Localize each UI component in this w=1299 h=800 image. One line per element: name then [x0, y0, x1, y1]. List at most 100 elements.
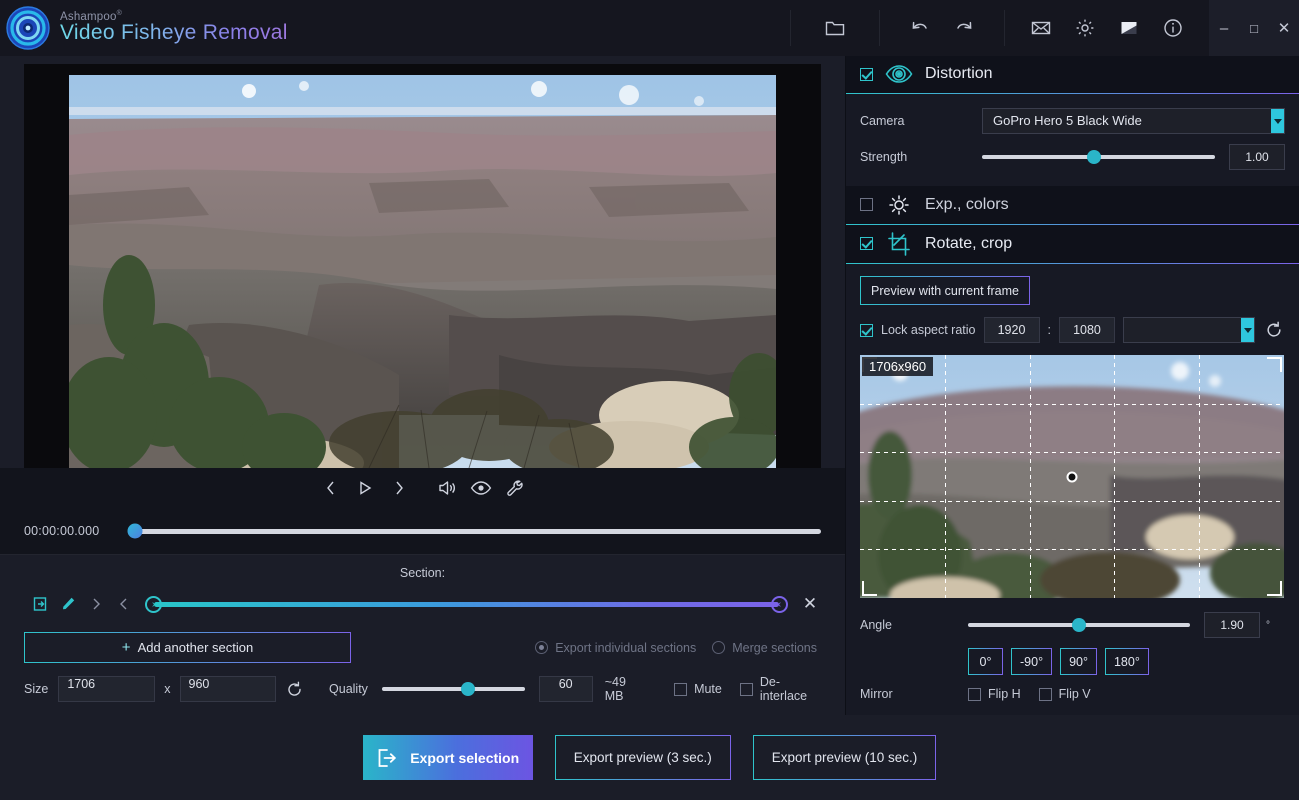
section-label: Section:: [0, 555, 845, 580]
aspect-preset-value: [1124, 320, 1132, 334]
deinterlace-label: De-interlace: [760, 675, 823, 703]
tools-wrench-icon[interactable]: [498, 471, 532, 505]
strength-value[interactable]: 1.00: [1229, 144, 1285, 170]
seek-slider[interactable]: [135, 529, 821, 534]
add-another-section-button[interactable]: + Add another section: [24, 632, 351, 663]
reset-aspect-icon[interactable]: [1263, 321, 1285, 339]
panel-header-distortion[interactable]: Distortion: [846, 56, 1299, 94]
aspect-chevron-down-icon[interactable]: [1241, 318, 1254, 342]
maximize-button[interactable]: □: [1239, 0, 1269, 56]
rotatecrop-enable-checkbox[interactable]: [860, 237, 873, 250]
prev-section-icon[interactable]: [110, 590, 138, 618]
play-icon[interactable]: [348, 471, 382, 505]
export-preview-10s-button[interactable]: Export preview (10 sec.): [753, 735, 937, 780]
radio-merge-sections[interactable]: Merge sections: [712, 641, 817, 655]
volume-icon[interactable]: [430, 471, 464, 505]
camera-row: Camera GoPro Hero 5 Black Wide: [860, 106, 1285, 136]
chevron-down-icon[interactable]: [1271, 109, 1284, 133]
mail-icon[interactable]: [1019, 0, 1063, 56]
flip-v-checkbox[interactable]: Flip V: [1039, 687, 1091, 701]
quality-slider[interactable]: [382, 687, 525, 691]
playback-controls: [0, 468, 845, 508]
aspect-preset-select[interactable]: [1123, 317, 1255, 343]
preview-current-frame-button[interactable]: Preview with current frame: [860, 276, 1030, 305]
flip-h-label: Flip H: [988, 687, 1021, 701]
title-bar: Ashampoo® Video Fisheye Removal: [0, 0, 1299, 56]
minimize-button[interactable]: –: [1209, 0, 1239, 56]
theme-icon[interactable]: [1107, 0, 1151, 56]
window-controls: – □ ✕: [1209, 0, 1299, 56]
registered-mark: ®: [117, 10, 122, 17]
angle-value[interactable]: 1.90: [1204, 612, 1260, 638]
reset-size-icon[interactable]: [280, 681, 309, 698]
preview-eye-icon[interactable]: [464, 471, 498, 505]
edit-pencil-icon[interactable]: [54, 590, 82, 618]
gear-icon[interactable]: [1063, 0, 1107, 56]
crop-handle-top-right[interactable]: [1267, 357, 1282, 372]
quality-knob[interactable]: [461, 682, 475, 696]
crop-handle-bottom-right[interactable]: [1267, 581, 1282, 596]
aspect-width-input[interactable]: 1920: [984, 317, 1040, 343]
quality-value-input[interactable]: 60: [539, 676, 593, 702]
prev-frame-icon[interactable]: [314, 471, 348, 505]
camera-select[interactable]: GoPro Hero 5 Black Wide: [982, 108, 1285, 134]
strength-slider[interactable]: [982, 155, 1215, 159]
section-start-handle[interactable]: ›: [145, 596, 162, 613]
next-frame-icon[interactable]: [382, 471, 416, 505]
strength-label: Strength: [860, 150, 982, 164]
delete-section-button[interactable]: ✕: [797, 594, 823, 614]
export-mode-radios: Export individual sections Merge section…: [535, 641, 823, 655]
video-preview-stage[interactable]: [24, 64, 821, 468]
section-slider-row: › ‹ ✕: [0, 580, 845, 622]
section-range-slider[interactable]: › ‹: [144, 590, 789, 618]
height-input[interactable]: 960: [180, 676, 277, 702]
radio-merge-label: Merge sections: [732, 641, 817, 655]
brand: Ashampoo® Video Fisheye Removal: [0, 0, 790, 56]
panel-body-distortion: Camera GoPro Hero 5 Black Wide Strength …: [846, 94, 1299, 186]
distortion-title: Distortion: [925, 65, 993, 83]
open-folder-icon[interactable]: [813, 0, 857, 56]
close-button[interactable]: ✕: [1269, 0, 1299, 56]
app-title: Video Fisheye Removal: [60, 22, 288, 44]
strength-row: Strength 1.00: [860, 142, 1285, 172]
undo-icon[interactable]: [898, 0, 942, 56]
export-selection-label: Export selection: [410, 750, 519, 766]
strength-knob[interactable]: [1087, 150, 1101, 164]
angle-knob[interactable]: [1072, 618, 1086, 632]
deinterlace-checkbox[interactable]: De-interlace: [740, 675, 823, 703]
distortion-enable-checkbox[interactable]: [860, 68, 873, 81]
seek-row: 00:00:00.000: [0, 508, 845, 554]
export-preview-3s-button[interactable]: Export preview (3 sec.): [555, 735, 731, 780]
rotate-90-button[interactable]: 90°: [1060, 648, 1097, 675]
crop-preview[interactable]: 1706x960: [860, 355, 1284, 598]
rotate-0-button[interactable]: 0°: [968, 648, 1003, 675]
seek-knob[interactable]: [128, 524, 143, 539]
video-preview-area: [0, 56, 845, 468]
size-label: Size: [24, 682, 48, 696]
panel-header-rotate-crop[interactable]: Rotate, crop: [846, 225, 1299, 264]
fisheye-lens-icon: [885, 62, 913, 86]
crop-center-handle[interactable]: [1067, 471, 1078, 482]
info-icon[interactable]: [1151, 0, 1195, 56]
flip-h-checkbox[interactable]: Flip H: [968, 687, 1021, 701]
radio-export-individual[interactable]: Export individual sections: [535, 641, 696, 655]
lock-aspect-checkbox[interactable]: [860, 324, 873, 337]
angle-slider[interactable]: [968, 623, 1190, 627]
section-end-handle[interactable]: ‹: [771, 596, 788, 613]
aspect-height-input[interactable]: 1080: [1059, 317, 1115, 343]
exposure-enable-checkbox[interactable]: [860, 198, 873, 211]
app-window: Ashampoo® Video Fisheye Removal: [0, 0, 1299, 800]
rotate-minus90-button[interactable]: -90°: [1011, 648, 1052, 675]
camera-label: Camera: [860, 114, 982, 128]
video-frame: [69, 75, 776, 468]
crop-handle-bottom-left[interactable]: [862, 581, 877, 596]
redo-icon[interactable]: [942, 0, 986, 56]
panel-header-exposure[interactable]: Exp., colors: [846, 186, 1299, 225]
set-section-icon[interactable]: [26, 590, 54, 618]
rotate-180-button[interactable]: 180°: [1105, 648, 1149, 675]
width-input[interactable]: 1706: [58, 676, 155, 702]
next-section-icon[interactable]: [82, 590, 110, 618]
camera-value: GoPro Hero 5 Black Wide: [993, 113, 1142, 128]
mute-checkbox[interactable]: Mute: [674, 682, 722, 696]
export-selection-button[interactable]: Export selection: [363, 735, 533, 780]
